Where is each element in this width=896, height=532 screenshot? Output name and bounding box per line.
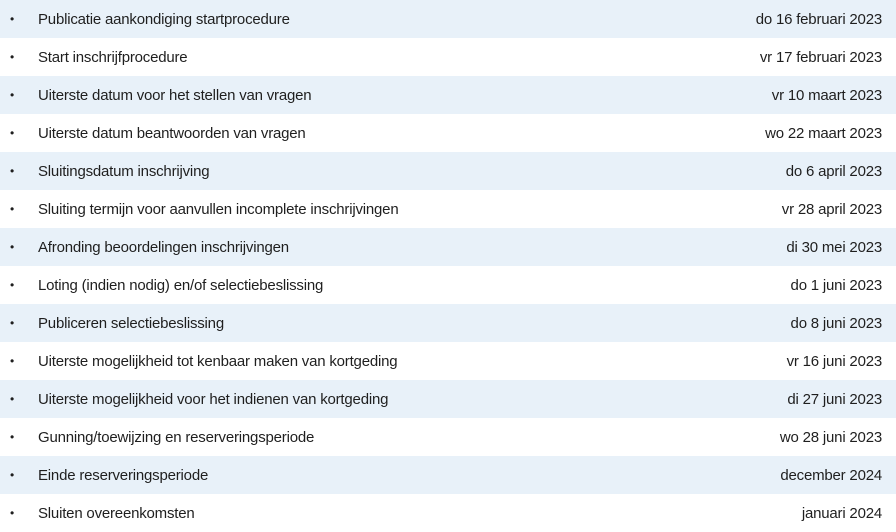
timeline-row-date: di 30 mei 2023 bbox=[786, 238, 882, 256]
timeline-row: • Sluitingsdatum inschrijving do 6 april… bbox=[0, 152, 896, 190]
timeline-row-date: do 1 juni 2023 bbox=[790, 276, 883, 294]
bullet-icon: • bbox=[10, 278, 15, 292]
bullet-icon: • bbox=[10, 468, 15, 482]
timeline-row: • Uiterste mogelijkheid tot kenbaar make… bbox=[0, 342, 896, 380]
timeline-row-label: Publicatie aankondiging startprocedure bbox=[38, 10, 290, 28]
timeline-row-label: Publiceren selectiebeslissing bbox=[38, 314, 224, 332]
timeline-row-date: vr 16 juni 2023 bbox=[786, 352, 883, 370]
bullet-icon: • bbox=[10, 240, 15, 254]
bullet-icon: • bbox=[10, 506, 15, 520]
timeline-row: • Loting (indien nodig) en/of selectiebe… bbox=[0, 266, 896, 304]
bullet-icon: • bbox=[10, 88, 15, 102]
timeline-row-label: Afronding beoordelingen inschrijvingen bbox=[38, 238, 289, 256]
timeline-row-date: wo 28 juni 2023 bbox=[779, 428, 882, 446]
timeline-row: • Publicatie aankondiging startprocedure… bbox=[0, 0, 896, 38]
timeline-row-date: december 2024 bbox=[780, 466, 882, 484]
timeline-row-label: Uiterste datum voor het stellen van vrag… bbox=[38, 86, 312, 104]
timeline-row-label: Uiterste mogelijkheid tot kenbaar maken … bbox=[38, 352, 398, 370]
timeline-row-date: vr 10 maart 2023 bbox=[771, 86, 882, 104]
timeline-row: • Sluiten overeenkomsten januari 2024 bbox=[0, 494, 896, 532]
bullet-icon: • bbox=[10, 392, 15, 406]
timeline-row: • Publiceren selectiebeslissing do 8 jun… bbox=[0, 304, 896, 342]
timeline-row-date: vr 28 april 2023 bbox=[781, 200, 882, 218]
timeline-row: • Uiterste mogelijkheid voor het indiene… bbox=[0, 380, 896, 418]
bullet-icon: • bbox=[10, 50, 15, 64]
bullet-icon: • bbox=[10, 12, 15, 26]
bullet-icon: • bbox=[10, 202, 15, 216]
bullet-icon: • bbox=[10, 316, 15, 330]
timeline-row-label: Uiterste datum beantwoorden van vragen bbox=[38, 124, 306, 142]
timeline-row-label: Uiterste mogelijkheid voor het indienen … bbox=[38, 390, 389, 408]
timeline-row-date: vr 17 februari 2023 bbox=[759, 48, 882, 66]
timeline-row: • Einde reserveringsperiode december 202… bbox=[0, 456, 896, 494]
bullet-icon: • bbox=[10, 126, 15, 140]
timeline-row-label: Einde reserveringsperiode bbox=[38, 466, 209, 484]
timeline-row-date: do 8 juni 2023 bbox=[790, 314, 883, 332]
timeline-row-label: Gunning/toewijzing en reserveringsperiod… bbox=[38, 428, 315, 446]
timeline-row: • Start inschrijfprocedure vr 17 februar… bbox=[0, 38, 896, 76]
timeline-row-label: Sluiting termijn voor aanvullen incomple… bbox=[38, 200, 399, 218]
timeline-row-date: di 27 juni 2023 bbox=[787, 390, 882, 408]
timeline-row: • Uiterste datum voor het stellen van vr… bbox=[0, 76, 896, 114]
timeline-row-date: wo 22 maart 2023 bbox=[765, 124, 882, 142]
procedure-timeline: • Publicatie aankondiging startprocedure… bbox=[0, 0, 896, 532]
timeline-row: • Afronding beoordelingen inschrijvingen… bbox=[0, 228, 896, 266]
timeline-row: • Gunning/toewijzing en reserveringsperi… bbox=[0, 418, 896, 456]
bullet-icon: • bbox=[10, 164, 15, 178]
timeline-row-date: do 6 april 2023 bbox=[785, 162, 882, 180]
timeline-row-label: Loting (indien nodig) en/of selectiebesl… bbox=[38, 276, 324, 294]
timeline-row-date: januari 2024 bbox=[801, 504, 882, 522]
timeline-row-date: do 16 februari 2023 bbox=[755, 10, 883, 28]
timeline-row-label: Sluitingsdatum inschrijving bbox=[38, 162, 210, 180]
bullet-icon: • bbox=[10, 430, 15, 444]
timeline-row: • Sluiting termijn voor aanvullen incomp… bbox=[0, 190, 896, 228]
timeline-row: • Uiterste datum beantwoorden van vragen… bbox=[0, 114, 896, 152]
timeline-row-label: Start inschrijfprocedure bbox=[38, 48, 188, 66]
timeline-row-label: Sluiten overeenkomsten bbox=[38, 504, 195, 522]
bullet-icon: • bbox=[10, 354, 15, 368]
